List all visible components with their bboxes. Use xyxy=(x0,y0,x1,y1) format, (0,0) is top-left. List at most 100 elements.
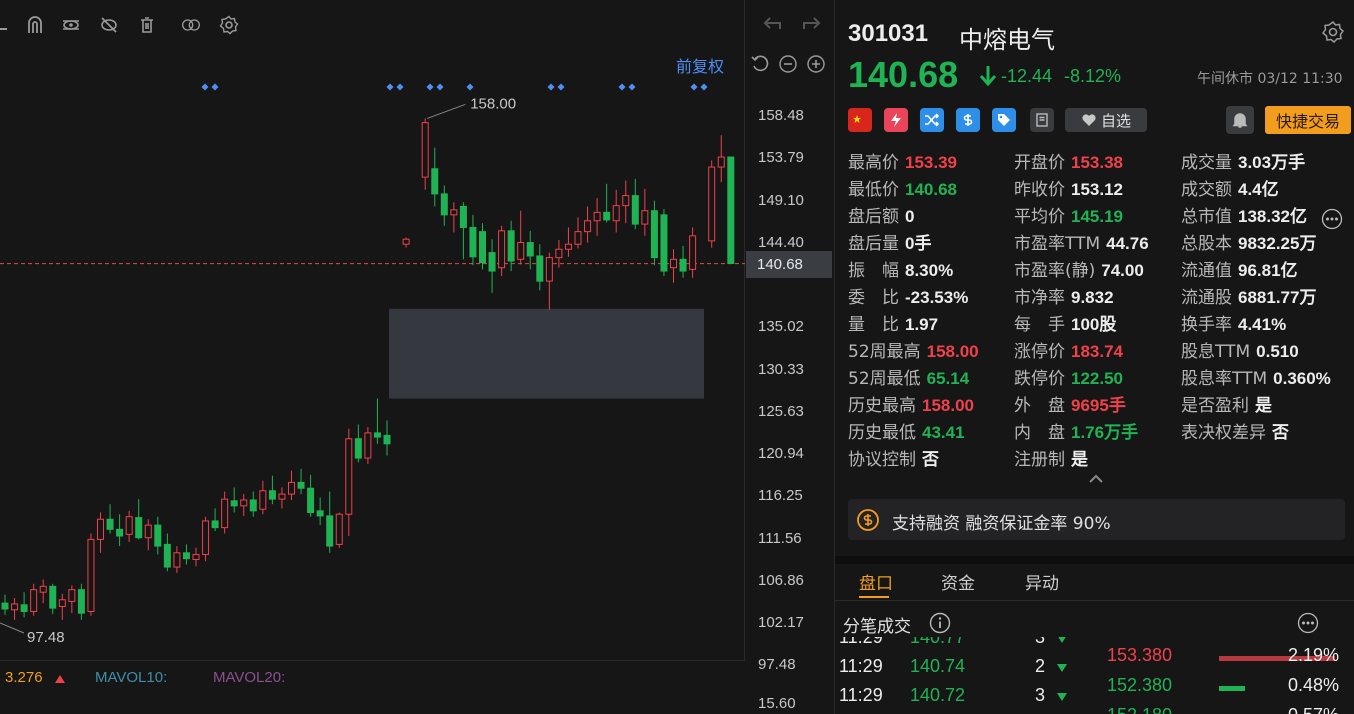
stat-item: 内 盘 1.76万手 xyxy=(1014,422,1138,444)
stat-value: 9.832 xyxy=(1071,288,1114,307)
tab-order-book[interactable]: 盘口 xyxy=(859,569,893,594)
candle-body xyxy=(268,490,276,500)
notes-icon[interactable] xyxy=(1030,108,1054,132)
depth-pct: 0.57% xyxy=(1288,705,1339,714)
candle-body xyxy=(373,432,381,438)
candle-body xyxy=(450,209,458,216)
tag-icon[interactable] xyxy=(992,108,1016,132)
alert-button[interactable] xyxy=(1226,106,1254,134)
candle-body xyxy=(135,517,143,539)
candlestick-chart[interactable]: 158.00 97.48 xyxy=(0,0,745,660)
market-status: 午间休市 03/12 11:30 xyxy=(1197,71,1343,87)
dividend-marker xyxy=(386,83,394,91)
candle-body xyxy=(593,211,601,222)
quote-stats: 最高价 153.39 开盘价 153.38 成交量 3.03万手 最低价 140.68 昨收价 1… xyxy=(848,152,1353,482)
price-axis: 158.48 153.79 149.10 144.40 135.02 130.33 125.… xyxy=(745,0,833,714)
stat-item: 流通股 6881.77万 xyxy=(1181,287,1316,309)
flash-icon[interactable] xyxy=(884,108,908,132)
stat-value: 否 xyxy=(922,450,939,469)
stat-value: 122.50 xyxy=(1071,369,1123,388)
tabs-divider xyxy=(835,600,1354,601)
candle-body xyxy=(507,230,515,262)
depth-row: 153.380 2.19% xyxy=(1095,645,1354,673)
stat-label: 市盈率TTM xyxy=(1014,234,1101,254)
depth-row: 152.180 0.57% xyxy=(1095,705,1354,714)
stat-item: 盘后额 0 xyxy=(848,206,914,228)
ticks-more-icon[interactable] xyxy=(1297,612,1319,634)
candle-body xyxy=(670,258,677,269)
candle-body xyxy=(345,438,353,515)
price-axis-label: 135.02 xyxy=(758,318,804,336)
stat-value: 140.68 xyxy=(905,180,957,199)
candle-body xyxy=(20,604,28,612)
more-options-icon[interactable] xyxy=(1321,208,1343,230)
stat-label: 历史最高 xyxy=(848,396,916,416)
tab-capital[interactable]: 资金 xyxy=(941,569,975,594)
stat-label: 涨停价 xyxy=(1014,342,1065,362)
price-axis-label: 130.33 xyxy=(758,360,804,378)
dollar-icon[interactable] xyxy=(956,108,980,132)
stock-code: 301031 xyxy=(848,20,929,47)
high-leader-line xyxy=(427,103,466,119)
candle-body xyxy=(288,481,295,495)
stat-label: 表决权差异 xyxy=(1181,423,1266,443)
stat-value: 0手 xyxy=(905,234,932,253)
stat-label: 股息TTM xyxy=(1181,342,1251,362)
mavol10-label: MAVOL10: xyxy=(95,669,168,686)
ticks-list[interactable]: 11:29 140.77 3 11:29 140.74 2 11:29 140.72 3 xyxy=(835,637,1080,714)
candle-body xyxy=(479,231,486,264)
dividend-marker xyxy=(628,83,636,91)
dividend-marker xyxy=(201,83,209,91)
price-axis-label: 149.10 xyxy=(758,191,804,209)
china-flag-icon[interactable] xyxy=(848,108,872,132)
stat-label: 成交额 xyxy=(1181,180,1232,200)
stat-value: 100股 xyxy=(1071,315,1117,334)
price-adjust-selector[interactable]: 前复权 xyxy=(676,53,724,77)
tick-row: 11:29 140.74 2 xyxy=(835,656,1080,682)
margin-banner[interactable]: 支持融资 融资保证金率 90% xyxy=(848,499,1345,540)
stat-label: 市净率 xyxy=(1014,288,1065,308)
dividend-marker xyxy=(426,83,434,91)
candle-body xyxy=(603,211,611,221)
candlestick-area[interactable]: 158.00 97.48 xyxy=(0,0,745,660)
shuffle-icon[interactable] xyxy=(920,108,944,132)
stat-value: 3.03万手 xyxy=(1238,153,1306,172)
depth-list[interactable]: 153.380 2.19% 152.380 0.48% 152.180 0.57% xyxy=(1095,645,1354,714)
stat-value: 1.97 xyxy=(905,315,939,334)
settings-gear-icon[interactable] xyxy=(1321,20,1345,44)
tick-row: 11:29 140.77 3 xyxy=(835,637,1080,653)
stat-item: 外 盘 9695手 xyxy=(1014,395,1126,417)
stat-label: 盘后量 xyxy=(848,234,899,254)
stat-item: 是否盈利是 xyxy=(1181,395,1272,417)
candle-body xyxy=(326,515,334,547)
candle-body xyxy=(660,214,668,272)
candle-body xyxy=(11,603,19,611)
tab-alerts[interactable]: 异动 xyxy=(1025,569,1059,594)
price-axis-label: 116.25 xyxy=(758,487,803,505)
stat-label: 注册制 xyxy=(1014,450,1065,470)
info-icon[interactable] xyxy=(929,612,951,634)
badge-row: 自选 快捷交易 xyxy=(848,106,1351,134)
candle-body xyxy=(307,487,315,514)
stat-label: 振 幅 xyxy=(848,261,899,281)
stat-label: 市盈率(静) xyxy=(1014,261,1096,281)
section-divider xyxy=(835,556,1354,564)
candle-body xyxy=(278,493,286,500)
candle-body xyxy=(49,585,57,609)
stat-label: 内 盘 xyxy=(1014,423,1065,443)
stat-value: 0 xyxy=(905,207,915,226)
low-leader-line xyxy=(0,622,25,634)
stat-value: 6881.77万 xyxy=(1238,288,1317,307)
tick-price: 140.77 xyxy=(910,637,966,647)
tick-time: 11:29 xyxy=(839,656,883,676)
mavol20-label: MAVOL20: xyxy=(213,669,286,686)
quick-trade-button[interactable]: 快捷交易 xyxy=(1265,106,1351,134)
collapse-icon[interactable] xyxy=(1088,472,1104,484)
stat-item: 成交额 4.4亿 xyxy=(1181,179,1279,201)
price-axis-label: 158.48 xyxy=(758,107,804,124)
candle-body xyxy=(259,490,267,510)
candle-body xyxy=(631,195,639,225)
gap-zone xyxy=(389,308,704,399)
add-watchlist-button[interactable]: 自选 xyxy=(1065,108,1147,132)
candle-body xyxy=(584,220,592,233)
